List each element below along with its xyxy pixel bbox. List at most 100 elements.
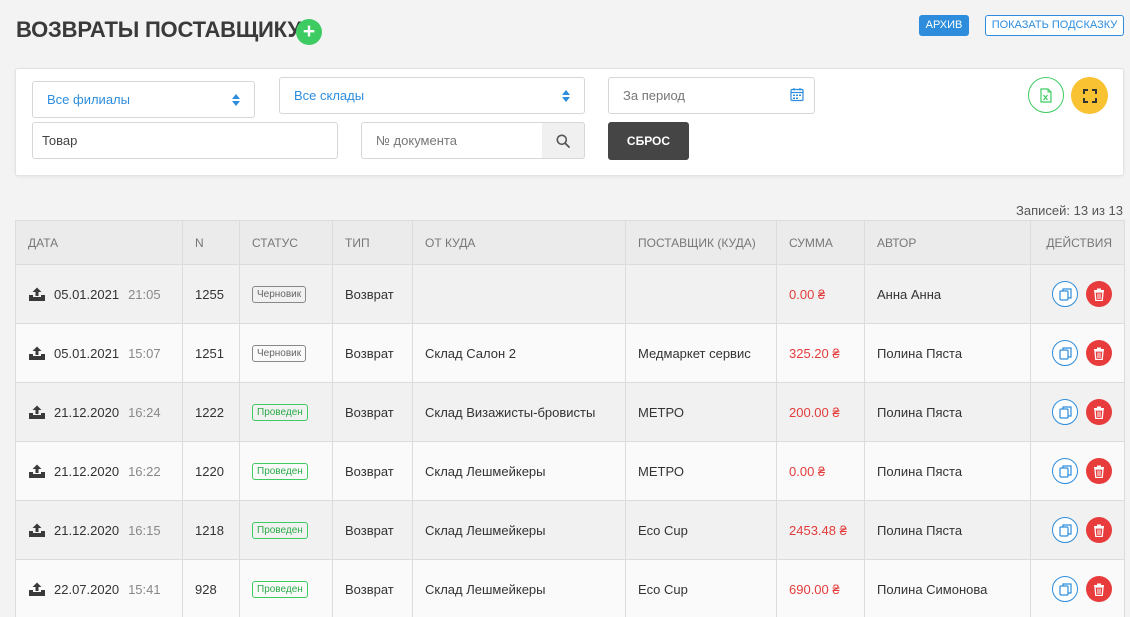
row-number: 1251 — [182, 323, 240, 383]
status-badge: Проведен — [252, 522, 308, 539]
upload-icon — [28, 287, 46, 302]
calendar-icon[interactable] — [790, 87, 804, 104]
copy-button[interactable] — [1052, 340, 1078, 366]
document-number-input[interactable]: № документа — [361, 122, 543, 159]
row-date: 05.01.2021 — [54, 286, 120, 302]
copy-button[interactable] — [1052, 458, 1078, 484]
archive-button[interactable]: АРХИВ — [919, 15, 969, 36]
row-sum: 0.00 ₴ — [776, 441, 865, 501]
row-author: Полина Пяста — [864, 441, 1031, 501]
row-date: 21.12.2020 — [54, 404, 120, 420]
status-badge: Проведен — [252, 581, 308, 598]
delete-button[interactable] — [1086, 399, 1112, 425]
status-badge: Проведен — [252, 463, 308, 480]
row-supplier — [625, 264, 777, 324]
col-status[interactable]: СТАТУС — [239, 220, 333, 265]
row-author: Полина Пяста — [864, 500, 1031, 560]
col-n[interactable]: N — [182, 220, 240, 265]
delete-button[interactable] — [1086, 281, 1112, 307]
show-hint-button[interactable]: ПОКАЗАТЬ ПОДСКАЗКУ — [985, 15, 1124, 36]
row-supplier: Медмаркет сервис — [625, 323, 777, 383]
row-supplier: МЕТРО — [625, 382, 777, 442]
row-type: Возврат — [332, 559, 413, 617]
warehouse-select[interactable]: Все склады — [279, 77, 585, 114]
table-row[interactable]: 22.07.2020 15:41 928 Проведен Возврат Ск… — [15, 559, 1125, 617]
delete-button[interactable] — [1086, 458, 1112, 484]
returns-table: ДАТА N СТАТУС ТИП ОТ КУДА ПОСТАВЩИК (КУД… — [15, 220, 1125, 617]
table-row[interactable]: 05.01.2021 15:07 1251 Черновик Возврат С… — [15, 323, 1125, 383]
col-date[interactable]: ДАТА — [15, 220, 183, 265]
copy-icon — [1058, 287, 1072, 301]
reset-button[interactable]: СБРОС — [608, 122, 689, 160]
row-number: 1220 — [182, 441, 240, 501]
fullscreen-button[interactable] — [1071, 77, 1108, 114]
row-author: Полина Пяста — [864, 382, 1031, 442]
delete-button[interactable] — [1086, 576, 1112, 602]
copy-icon — [1058, 346, 1072, 360]
row-time: 15:41 — [128, 581, 161, 597]
row-type: Возврат — [332, 500, 413, 560]
row-number: 1222 — [182, 382, 240, 442]
row-time: 16:24 — [128, 404, 161, 420]
upload-icon — [28, 464, 46, 479]
trash-icon — [1094, 465, 1104, 478]
search-icon — [556, 134, 570, 148]
col-from[interactable]: ОТ КУДА — [412, 220, 626, 265]
product-input[interactable]: Товар — [32, 122, 338, 159]
delete-button[interactable] — [1086, 340, 1112, 366]
page-title: ВОЗВРАТЫ ПОСТАВЩИКУ — [16, 17, 301, 42]
trash-icon — [1094, 347, 1104, 360]
col-actions: ДЕЙСТВИЯ — [1030, 220, 1125, 265]
upload-icon — [28, 346, 46, 361]
status-badge: Черновик — [252, 286, 307, 303]
select-arrows-icon — [562, 89, 570, 102]
copy-button[interactable] — [1052, 576, 1078, 602]
upload-icon — [28, 405, 46, 420]
status-badge: Проведен — [252, 404, 308, 421]
col-author[interactable]: АВТОР — [864, 220, 1031, 265]
copy-icon — [1058, 464, 1072, 478]
row-author: Полина Пяста — [864, 323, 1031, 383]
col-sum[interactable]: СУММА — [776, 220, 865, 265]
table-row[interactable]: 21.12.2020 16:15 1218 Проведен Возврат С… — [15, 500, 1125, 560]
copy-button[interactable] — [1052, 399, 1078, 425]
table-row[interactable]: 21.12.2020 16:22 1220 Проведен Возврат С… — [15, 441, 1125, 501]
records-count: Записей: 13 из 13 — [1016, 203, 1123, 218]
copy-icon — [1058, 582, 1072, 596]
row-from: Склад Лешмейкеры — [412, 559, 626, 617]
row-number: 928 — [182, 559, 240, 617]
export-excel-button[interactable] — [1028, 77, 1064, 113]
row-sum: 325.20 ₴ — [776, 323, 865, 383]
delete-button[interactable] — [1086, 517, 1112, 543]
row-date: 21.12.2020 — [54, 463, 120, 479]
row-number: 1218 — [182, 500, 240, 560]
row-date: 05.01.2021 — [54, 345, 120, 361]
row-time: 15:07 — [128, 345, 161, 361]
period-input[interactable]: За период — [608, 77, 815, 114]
col-supplier[interactable]: ПОСТАВЩИК (КУДА) — [625, 220, 777, 265]
add-button[interactable]: + — [296, 19, 322, 45]
row-supplier: Eco Cup — [625, 559, 777, 617]
row-type: Возврат — [332, 441, 413, 501]
row-author: Полина Симонова — [864, 559, 1031, 617]
search-button[interactable] — [542, 122, 585, 159]
select-arrows-icon — [232, 93, 240, 106]
upload-icon — [28, 523, 46, 538]
row-type: Возврат — [332, 264, 413, 324]
copy-button[interactable] — [1052, 281, 1078, 307]
row-type: Возврат — [332, 323, 413, 383]
table-row[interactable]: 05.01.2021 21:05 1255 Черновик Возврат 0… — [15, 264, 1125, 324]
row-date: 21.12.2020 — [54, 522, 120, 538]
branch-select[interactable]: Все филиалы — [32, 81, 255, 118]
row-sum: 0.00 ₴ — [776, 264, 865, 324]
table-row[interactable]: 21.12.2020 16:24 1222 Проведен Возврат С… — [15, 382, 1125, 442]
copy-button[interactable] — [1052, 517, 1078, 543]
fullscreen-icon — [1082, 88, 1097, 103]
row-sum: 200.00 ₴ — [776, 382, 865, 442]
row-from: Склад Лешмейкеры — [412, 441, 626, 501]
table-header: ДАТА N СТАТУС ТИП ОТ КУДА ПОСТАВЩИК (КУД… — [15, 220, 1125, 265]
copy-icon — [1058, 523, 1072, 537]
col-type[interactable]: ТИП — [332, 220, 413, 265]
trash-icon — [1094, 524, 1104, 537]
row-time: 16:22 — [128, 463, 161, 479]
